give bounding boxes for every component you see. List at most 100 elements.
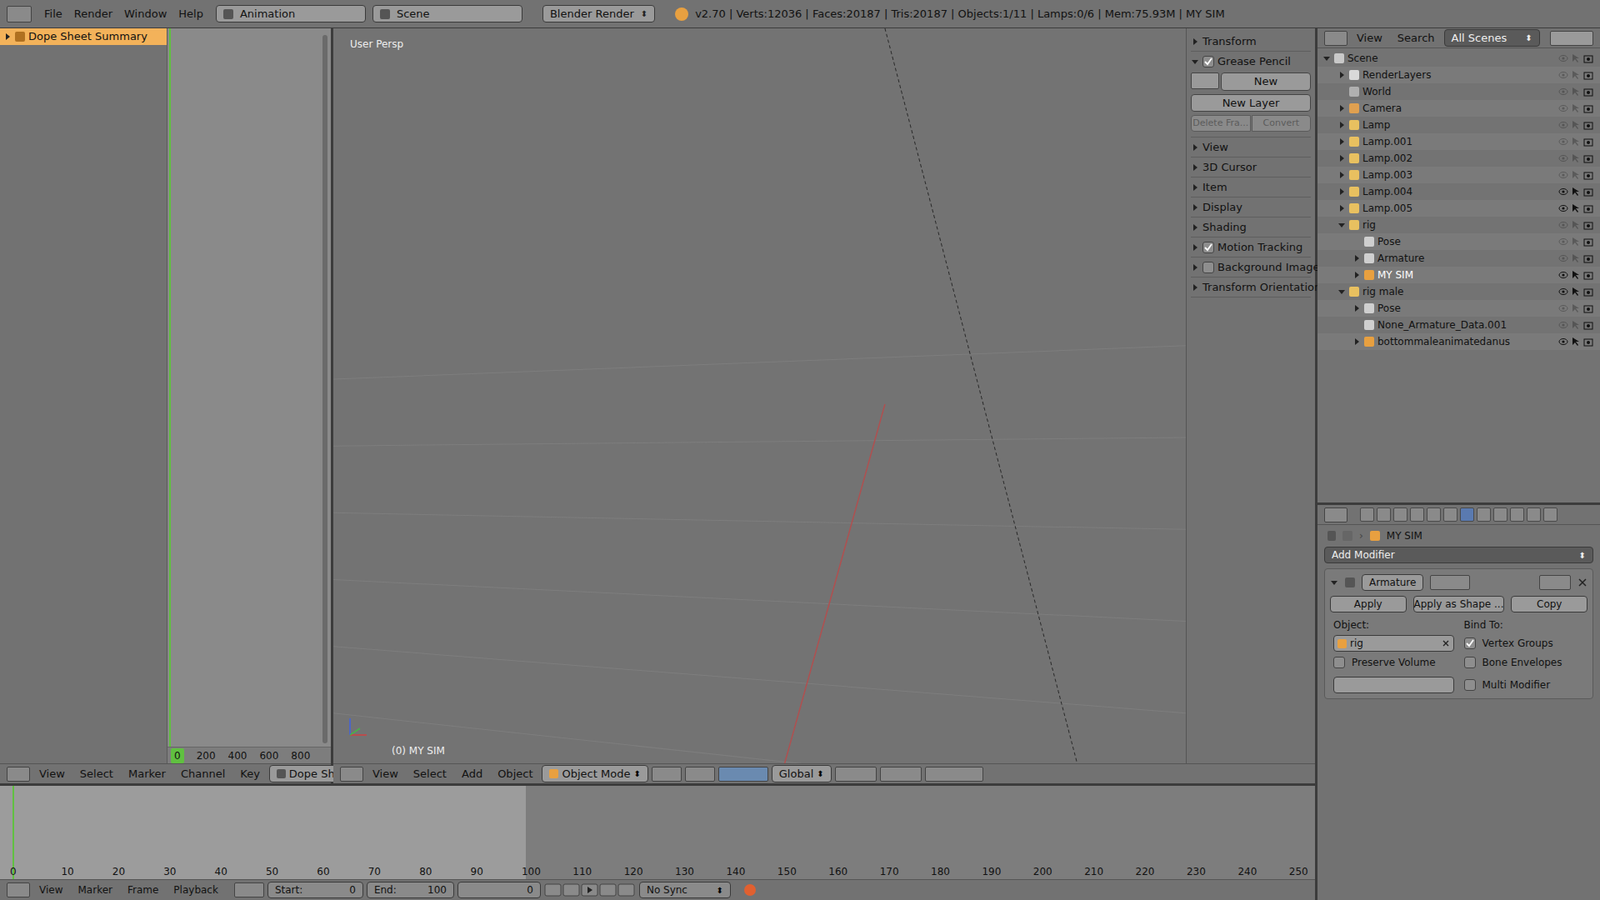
panel-expand-icon[interactable] — [1190, 163, 1200, 172]
outliner-row[interactable]: rig — [1317, 216, 1600, 234]
move-up-down-icon[interactable] — [1539, 575, 1571, 590]
outliner-row[interactable]: MY SIM — [1317, 266, 1600, 284]
editor-type-icon[interactable] — [6, 766, 30, 782]
option-checkbox[interactable] — [1464, 679, 1476, 691]
row-expand-icon[interactable] — [1337, 187, 1346, 196]
scrollbar[interactable] — [322, 35, 328, 744]
outliner-row[interactable]: bottommaleanimatedanus — [1317, 333, 1600, 350]
visibility-eye-icon[interactable] — [1558, 204, 1569, 213]
outliner-row[interactable]: rig male — [1317, 283, 1600, 300]
visibility-eye-icon[interactable] — [1558, 104, 1569, 113]
object-icon[interactable] — [1337, 639, 1347, 649]
panel-header[interactable]: Display — [1190, 197, 1311, 217]
row-expand-icon[interactable] — [1337, 137, 1346, 146]
render-camera-icon[interactable] — [1583, 54, 1594, 64]
panel-expand-icon[interactable] — [1190, 57, 1200, 66]
viewport-canvas[interactable]: User Persp(0) MY SIM — [333, 28, 1186, 764]
menu-item[interactable]: Channel — [175, 765, 231, 783]
layers-icon[interactable] — [880, 766, 922, 782]
draw-mode-icon[interactable] — [1190, 72, 1220, 90]
menu-item[interactable]: Add — [455, 765, 489, 783]
visibility-eye-icon[interactable] — [1558, 87, 1569, 96]
layout-selector[interactable]: Animation — [215, 5, 366, 24]
render-camera-icon[interactable] — [1583, 104, 1594, 114]
render-camera-icon[interactable] — [1583, 120, 1594, 130]
clear-field-icon[interactable] — [1441, 639, 1450, 648]
menu-item[interactable]: Window — [118, 5, 173, 23]
channel-expand-icon[interactable] — [3, 32, 12, 41]
row-expand-icon[interactable] — [1337, 170, 1346, 180]
render-camera-icon[interactable] — [1583, 187, 1594, 197]
panel-expand-icon[interactable] — [1190, 143, 1200, 152]
outliner-row[interactable]: World — [1317, 83, 1600, 100]
manipulator-icon[interactable] — [718, 766, 769, 782]
modifier-action-button[interactable]: Apply as Shape ... — [1413, 595, 1505, 613]
selectability-cursor-icon[interactable] — [1571, 303, 1580, 314]
visibility-eye-icon[interactable] — [1558, 320, 1569, 330]
modifier-option[interactable]: Bone Envelopes — [1464, 654, 1585, 671]
channel-row[interactable]: Dope Sheet Summary — [0, 28, 167, 45]
selectability-cursor-icon[interactable] — [1571, 186, 1580, 197]
panel-expand-icon[interactable] — [1190, 263, 1200, 272]
selectability-cursor-icon[interactable] — [1571, 253, 1580, 264]
scene-selector[interactable]: Scene — [372, 5, 523, 24]
editor-type-icon[interactable] — [6, 882, 30, 898]
selectability-cursor-icon[interactable] — [1571, 86, 1580, 97]
menu-item[interactable]: Marker — [71, 882, 118, 898]
menu-item[interactable]: Frame — [121, 882, 165, 898]
row-expand-icon[interactable] — [1352, 254, 1361, 263]
armature-modifier-icon[interactable] — [1345, 577, 1355, 588]
visibility-eye-icon[interactable] — [1558, 287, 1569, 296]
mesh-icon[interactable] — [1370, 530, 1380, 541]
orientation-selector[interactable]: Global⬍ — [771, 765, 832, 784]
summary-icon[interactable] — [15, 31, 25, 42]
visibility-eye-icon[interactable] — [1558, 170, 1569, 180]
context-tab-icon[interactable] — [1476, 507, 1491, 522]
panel-header[interactable]: Transform — [1190, 31, 1311, 51]
modifier-option[interactable]: Preserve Volume — [1333, 654, 1455, 671]
panel-expand-icon[interactable] — [1190, 223, 1200, 232]
selectability-cursor-icon[interactable] — [1571, 336, 1580, 347]
option-checkbox[interactable] — [1464, 637, 1476, 650]
context-tab-icon[interactable] — [1376, 507, 1391, 522]
outliner-row[interactable]: Lamp.001 — [1317, 133, 1600, 150]
panel-header[interactable]: Background Images — [1190, 257, 1311, 277]
outliner-row[interactable]: Scene — [1317, 50, 1600, 67]
add-modifier-dropdown[interactable]: Add Modifier⬍ — [1324, 546, 1594, 564]
visibility-eye-icon[interactable] — [1558, 54, 1569, 63]
panel-expand-icon[interactable] — [1190, 37, 1200, 46]
modifier-action-button[interactable]: Copy — [1510, 595, 1588, 613]
option-checkbox[interactable] — [1464, 656, 1476, 669]
new-button[interactable]: New — [1220, 72, 1311, 91]
outliner-row[interactable]: Lamp.002 — [1317, 150, 1600, 167]
panel-header[interactable]: Transform Orientations — [1190, 277, 1311, 297]
menu-item[interactable]: Render — [68, 5, 119, 23]
panel-header[interactable]: Grease Pencil — [1190, 51, 1311, 71]
render-camera-icon[interactable] — [1583, 304, 1594, 314]
search-field-icon[interactable] — [1550, 30, 1594, 46]
panel-expand-icon[interactable] — [1190, 183, 1200, 192]
context-tab-icon[interactable] — [1426, 507, 1441, 522]
outliner-row[interactable]: None_Armature_Data.001 — [1317, 316, 1600, 334]
layout-icon[interactable] — [223, 9, 234, 20]
end-frame-field[interactable]: End:100 — [366, 881, 455, 899]
outliner-row[interactable]: RenderLayers — [1317, 66, 1600, 84]
selectability-cursor-icon[interactable] — [1571, 53, 1580, 64]
render-camera-icon[interactable] — [1583, 204, 1594, 214]
convert-button[interactable]: Convert — [1251, 115, 1312, 132]
outliner-row[interactable]: Pose — [1317, 233, 1600, 250]
render-camera-icon[interactable] — [1583, 287, 1594, 297]
menu-item[interactable]: View — [33, 882, 69, 898]
playback-controls-icon[interactable] — [544, 883, 636, 897]
context-tab-icon[interactable] — [1460, 507, 1475, 522]
menu-item[interactable]: View — [366, 765, 405, 783]
dopesheet-icon[interactable] — [276, 769, 286, 779]
visibility-eye-icon[interactable] — [1558, 270, 1569, 280]
render-camera-icon[interactable] — [1583, 170, 1594, 180]
panel-toggle-checkbox[interactable] — [1202, 55, 1215, 68]
panel-header[interactable]: Shading — [1190, 217, 1311, 237]
row-expand-icon[interactable] — [1352, 304, 1361, 313]
editor-type-icon[interactable] — [1324, 507, 1348, 523]
outliner-row[interactable]: Lamp.003 — [1317, 166, 1600, 184]
row-expand-icon[interactable] — [1337, 287, 1346, 296]
